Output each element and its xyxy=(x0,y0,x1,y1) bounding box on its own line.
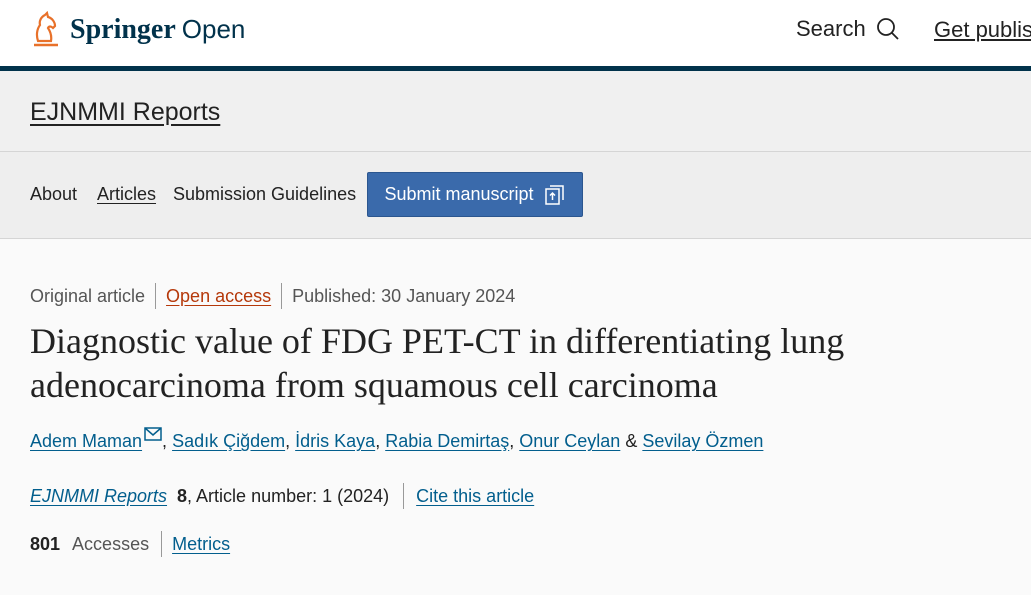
open-access-link[interactable]: Open access xyxy=(166,286,271,307)
metrics-row: 801 Accesses Metrics xyxy=(30,531,230,557)
journal-title-link[interactable]: EJNMMI Reports xyxy=(30,98,220,127)
author-link[interactable]: Rabia Demirtaş xyxy=(385,431,509,451)
article-type: Original article xyxy=(30,285,146,306)
published-date: Published: 30 January 2024 xyxy=(292,285,516,306)
divider xyxy=(281,283,283,309)
divider xyxy=(161,531,163,557)
search-icon xyxy=(876,18,899,40)
springer-horse-icon xyxy=(34,10,58,46)
metrics-link[interactable]: Metrics xyxy=(172,534,230,555)
brand-name: Springer xyxy=(70,14,176,45)
mail-icon[interactable] xyxy=(144,427,162,441)
get-published-link[interactable]: Get published xyxy=(934,17,1031,43)
citation-row: EJNMMI Reports 8 , Article number: 1 (20… xyxy=(30,483,534,509)
divider xyxy=(155,283,157,309)
article-meta: Original article Open access Published: … xyxy=(30,283,515,309)
springer-open-logo[interactable]: Springer Open xyxy=(30,10,245,49)
search-button[interactable]: Search xyxy=(796,16,900,42)
search-label: Search xyxy=(796,16,866,41)
submit-manuscript-button[interactable]: Submit manuscript xyxy=(367,172,583,217)
nav-about[interactable]: About xyxy=(30,184,77,205)
cite-this-article-link[interactable]: Cite this article xyxy=(416,486,534,507)
article-number: , Article number: 1 (2024) xyxy=(187,485,390,506)
author-link[interactable]: Adem Maman xyxy=(30,431,142,451)
author-link[interactable]: Sadık Çiğdem xyxy=(172,431,285,451)
article-header: Original article Open access Published: … xyxy=(0,239,1031,595)
external-link-icon xyxy=(544,184,564,205)
journal-nav: About Articles Submission Guidelines Sub… xyxy=(0,152,1031,239)
author-link[interactable]: Onur Ceylan xyxy=(519,431,620,451)
divider xyxy=(403,483,405,509)
author-list: Adem Maman, Sadık Çiğdem, İdris Kaya, Ra… xyxy=(30,427,763,452)
nav-articles[interactable]: Articles xyxy=(97,184,156,205)
journal-link[interactable]: EJNMMI Reports xyxy=(30,486,167,507)
nav-submission-guidelines[interactable]: Submission Guidelines xyxy=(173,184,356,205)
submit-label: Submit manuscript xyxy=(384,184,534,204)
author-link[interactable]: İdris Kaya xyxy=(295,431,375,451)
site-header: SpringerOpen Search Get published xyxy=(0,0,1031,71)
journal-bar: EJNMMI Reports xyxy=(0,71,1031,152)
accesses-count: 801 xyxy=(30,533,61,554)
volume-number: 8 xyxy=(177,485,188,506)
article-title: Diagnostic value of FDG PET-CT in differ… xyxy=(30,321,845,405)
brand-suffix: Open xyxy=(181,14,246,44)
author-link[interactable]: Sevilay Özmen xyxy=(642,431,763,451)
accesses-label: Accesses xyxy=(72,533,150,554)
